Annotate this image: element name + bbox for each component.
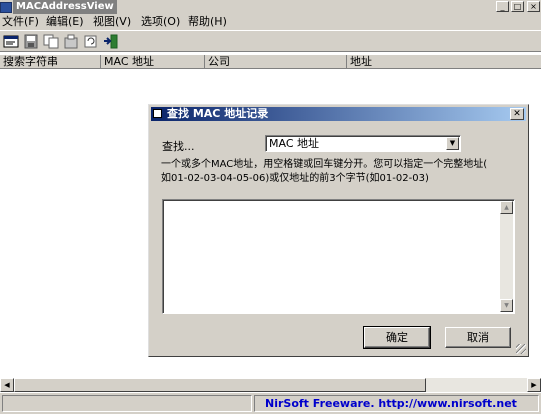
window-title: MACAddressView bbox=[13, 0, 117, 14]
instruction-line-1: 一个或多个MAC地址，用空格键或回车键分开。您可以指定一个完整地址( bbox=[161, 159, 488, 170]
exit-icon[interactable] bbox=[103, 34, 119, 49]
instruction-text: 一个或多个MAC地址，用空格键或回车键分开。您可以指定一个完整地址( 如01-0… bbox=[161, 158, 523, 186]
scroll-right-icon[interactable]: ▶ bbox=[527, 378, 541, 392]
minimize-button[interactable]: _ bbox=[496, 1, 509, 12]
column-search-string[interactable]: 搜索字符串 bbox=[0, 55, 101, 69]
input-scrollbar[interactable]: ▲ ▼ bbox=[500, 201, 513, 312]
find-type-select[interactable]: MAC 地址 ▼ bbox=[265, 135, 461, 152]
menu-file[interactable]: 文件(F) bbox=[2, 15, 39, 29]
ok-button[interactable]: 确定 bbox=[363, 326, 431, 349]
column-company[interactable]: 公司 bbox=[205, 55, 347, 69]
column-address[interactable]: 地址 bbox=[347, 55, 541, 69]
dialog-window-icon bbox=[153, 109, 162, 118]
scroll-left-icon[interactable]: ◀ bbox=[0, 378, 14, 392]
status-bar: NirSoft Freeware. http://www.nirsoft.net bbox=[0, 393, 541, 414]
app-icon bbox=[0, 2, 12, 13]
nirsoft-link[interactable]: NirSoft Freeware. http://www.nirsoft.net bbox=[265, 396, 517, 411]
refresh-icon[interactable] bbox=[83, 34, 99, 49]
menu-help[interactable]: 帮助(H) bbox=[188, 15, 227, 29]
menu-view[interactable]: 视图(V) bbox=[93, 15, 131, 29]
status-count-panel bbox=[2, 395, 252, 412]
find-type-value: MAC 地址 bbox=[269, 137, 319, 150]
dialog-title: 查找 MAC 地址记录 bbox=[167, 107, 269, 120]
close-button[interactable]: × bbox=[527, 1, 540, 12]
scroll-down-icon[interactable]: ▼ bbox=[500, 299, 513, 312]
toolbar bbox=[0, 30, 541, 52]
resize-grip-icon[interactable] bbox=[516, 344, 526, 354]
find-label: 查找... bbox=[162, 140, 195, 153]
menu-options[interactable]: 选项(O) bbox=[141, 15, 180, 29]
find-icon[interactable] bbox=[3, 34, 19, 49]
instruction-line-2: 如01-02-03-04-05-06)或仅地址的前3个字节(如01-02-03) bbox=[161, 173, 429, 184]
mac-address-input[interactable]: ▲ ▼ bbox=[162, 199, 515, 314]
cancel-button[interactable]: 取消 bbox=[445, 327, 511, 348]
dialog-titlebar[interactable]: 查找 MAC 地址记录 ✕ bbox=[151, 107, 526, 121]
scrollbar-thumb[interactable] bbox=[14, 378, 426, 392]
column-mac-address[interactable]: MAC 地址 bbox=[101, 55, 205, 69]
copy-icon[interactable] bbox=[43, 34, 59, 49]
window-titlebar[interactable]: MACAddressView _ □ × bbox=[0, 0, 541, 14]
scroll-up-icon[interactable]: ▲ bbox=[500, 201, 513, 214]
dialog-close-button[interactable]: ✕ bbox=[510, 108, 524, 120]
save-icon[interactable] bbox=[23, 34, 39, 49]
properties-icon[interactable] bbox=[63, 34, 79, 49]
menu-bar: 文件(F) 编辑(E) 视图(V) 选项(O) 帮助(H) bbox=[0, 14, 541, 30]
menu-edit[interactable]: 编辑(E) bbox=[46, 15, 84, 29]
maximize-button[interactable]: □ bbox=[511, 1, 524, 12]
find-dialog: 查找 MAC 地址记录 ✕ 查找... MAC 地址 ▼ 一个或多个MAC地址，… bbox=[148, 104, 529, 357]
horizontal-scrollbar[interactable]: ◀ ▶ bbox=[0, 378, 541, 392]
list-header: 搜索字符串 MAC 地址 公司 地址 bbox=[0, 55, 541, 69]
chevron-down-icon[interactable]: ▼ bbox=[446, 137, 459, 150]
